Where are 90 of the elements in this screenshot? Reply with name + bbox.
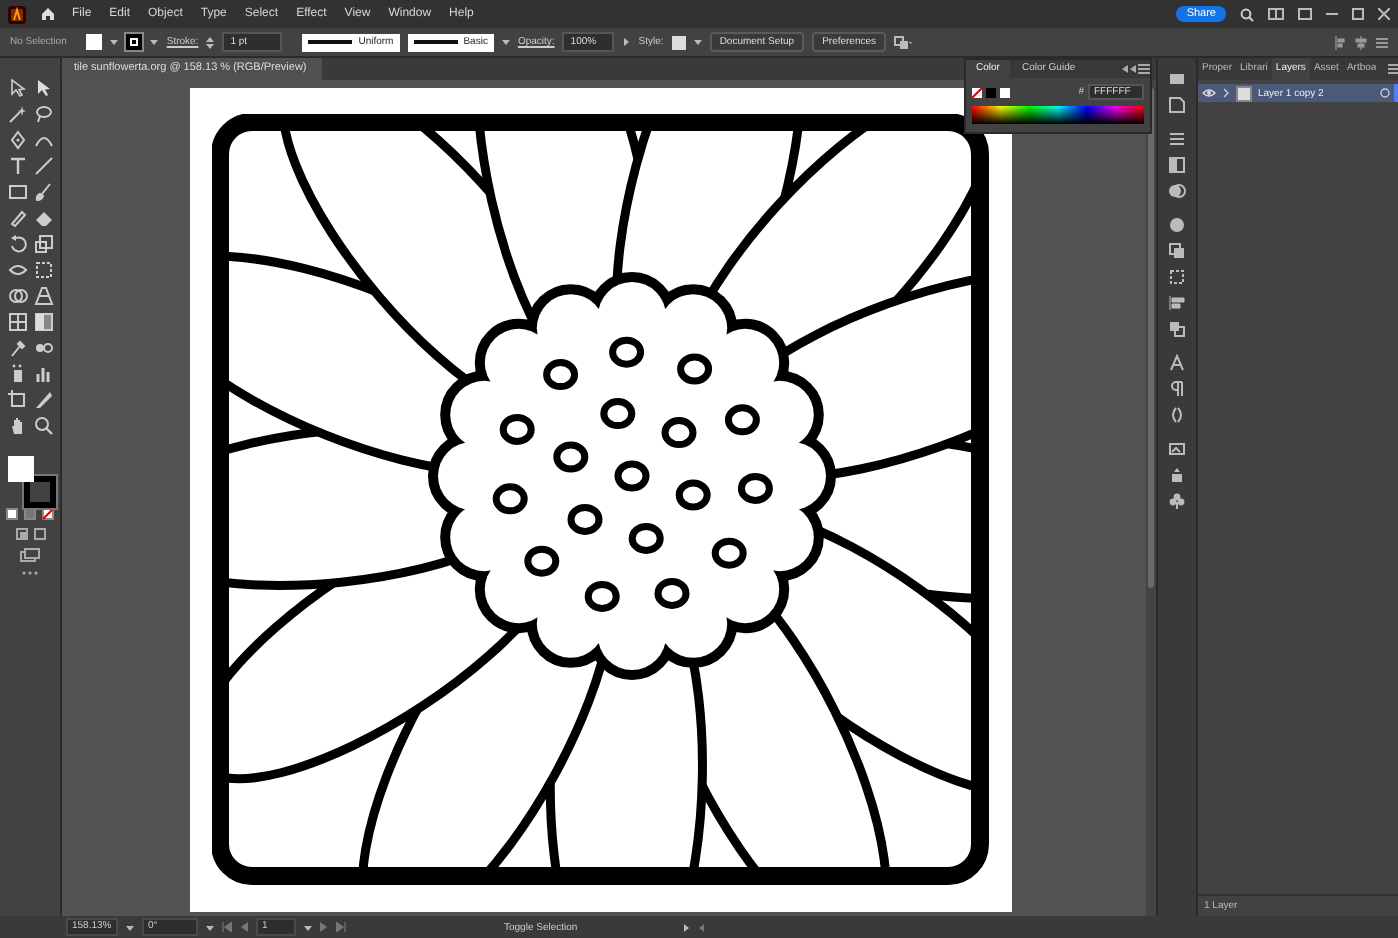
layer-thumbnail [1236,85,1252,101]
width-icon[interactable] [7,260,27,280]
stroke-swatch[interactable] [126,34,143,50]
image-trace-icon[interactable] [1168,440,1186,458]
transform-icon[interactable] [1168,268,1186,286]
blend-icon[interactable] [33,338,53,358]
symbol-sprayer-icon[interactable] [7,364,27,384]
menu-icon[interactable] [1388,64,1398,74]
brush-icon[interactable] [33,182,53,202]
panels-icon[interactable] [1268,8,1284,20]
appearance-icon[interactable] [1168,216,1186,234]
artboard-icon[interactable] [7,390,27,410]
first-artboard-icon[interactable] [222,922,232,932]
hand-icon[interactable] [7,416,27,436]
fill-color-swatch[interactable] [8,456,34,482]
caret-icon[interactable] [110,38,119,46]
more-icon[interactable] [22,570,38,576]
mesh-icon[interactable] [7,312,27,332]
close-icon[interactable] [1378,8,1390,20]
maximize-icon[interactable] [1352,8,1364,20]
eyedropper-icon[interactable] [7,338,27,358]
caret-icon[interactable] [304,923,312,931]
color-mode-icon[interactable] [6,508,18,520]
align-panel-icon[interactable] [1168,294,1186,312]
eraser-icon[interactable] [33,208,53,228]
target-icon[interactable] [1380,88,1390,98]
magic-wand-icon[interactable] [7,104,27,124]
draw-mode-icon[interactable] [15,528,27,540]
library-icon[interactable] [1168,96,1186,114]
slice-icon[interactable] [33,390,53,410]
pencil-icon[interactable] [7,208,27,228]
caret-icon[interactable] [206,923,214,931]
caret-icon[interactable] [693,38,702,46]
style-swatch[interactable] [671,35,686,49]
type-icon[interactable] [7,156,27,176]
selection-arrow-icon[interactable] [7,78,27,98]
search-icon[interactable] [1240,7,1254,21]
graphic-styles-icon[interactable] [1168,242,1186,260]
color-swatch[interactable] [986,87,996,97]
color-spectrum[interactable] [972,106,1144,124]
collapse-icon[interactable] [1122,64,1136,74]
none-mode-icon[interactable] [42,508,54,520]
transparency-icon[interactable] [1168,182,1186,200]
line-icon[interactable] [33,156,53,176]
menu-icon[interactable] [1376,37,1388,47]
perspective-grid-icon[interactable] [33,286,53,306]
last-artboard-icon[interactable] [336,922,346,932]
shape-builder-icon[interactable] [7,286,27,306]
pen-icon[interactable] [7,130,27,150]
fill-swatch[interactable] [86,34,103,50]
previous-artboard-icon[interactable] [240,922,248,932]
caret-icon[interactable] [126,923,134,931]
character-icon[interactable] [1168,354,1186,372]
arrange-icon[interactable] [894,35,913,49]
direct-selection-arrow-icon[interactable] [33,78,53,98]
properties-icon[interactable] [1168,70,1186,88]
align-icon[interactable] [1334,35,1346,49]
stepper-icon[interactable] [206,35,215,49]
align-center-icon[interactable] [1354,35,1368,49]
stroke-color-swatch[interactable] [24,476,56,508]
paragraph-icon[interactable] [1168,380,1186,398]
zoom-icon[interactable] [33,416,53,436]
home-icon[interactable] [40,6,56,22]
scale-icon[interactable] [33,234,53,254]
menu-icon[interactable] [1138,64,1150,74]
gradient-icon[interactable] [33,312,53,332]
opentype-icon[interactable] [1168,406,1186,424]
rotate-icon[interactable] [7,234,27,254]
caret-icon[interactable] [622,38,631,46]
minimize-icon[interactable] [1326,8,1338,20]
scrollbar[interactable] [1146,80,1156,916]
caret-icon[interactable] [150,38,159,46]
draw-behind-icon[interactable] [33,528,45,540]
screen-mode-icon[interactable] [20,548,40,562]
eye-icon[interactable] [1202,88,1216,98]
lasso-icon[interactable] [33,104,53,124]
gradient-panel-icon[interactable] [1168,156,1186,174]
symbols-icon[interactable] [1168,466,1186,484]
clubs-icon[interactable] [1168,492,1186,510]
stroke-lines-icon[interactable] [1168,130,1186,148]
none-swatch-icon[interactable] [972,87,982,97]
bar-graph-icon[interactable] [33,364,53,384]
next-artboard-icon[interactable] [320,922,328,932]
pathfinder-icon[interactable] [1168,320,1186,338]
caret-icon[interactable] [501,38,510,46]
free-transform-icon[interactable] [33,260,53,280]
color-swatch[interactable] [1000,87,1010,97]
rectangle-icon[interactable] [7,182,27,202]
app-logo [8,5,26,23]
window-icon[interactable] [1298,8,1312,20]
